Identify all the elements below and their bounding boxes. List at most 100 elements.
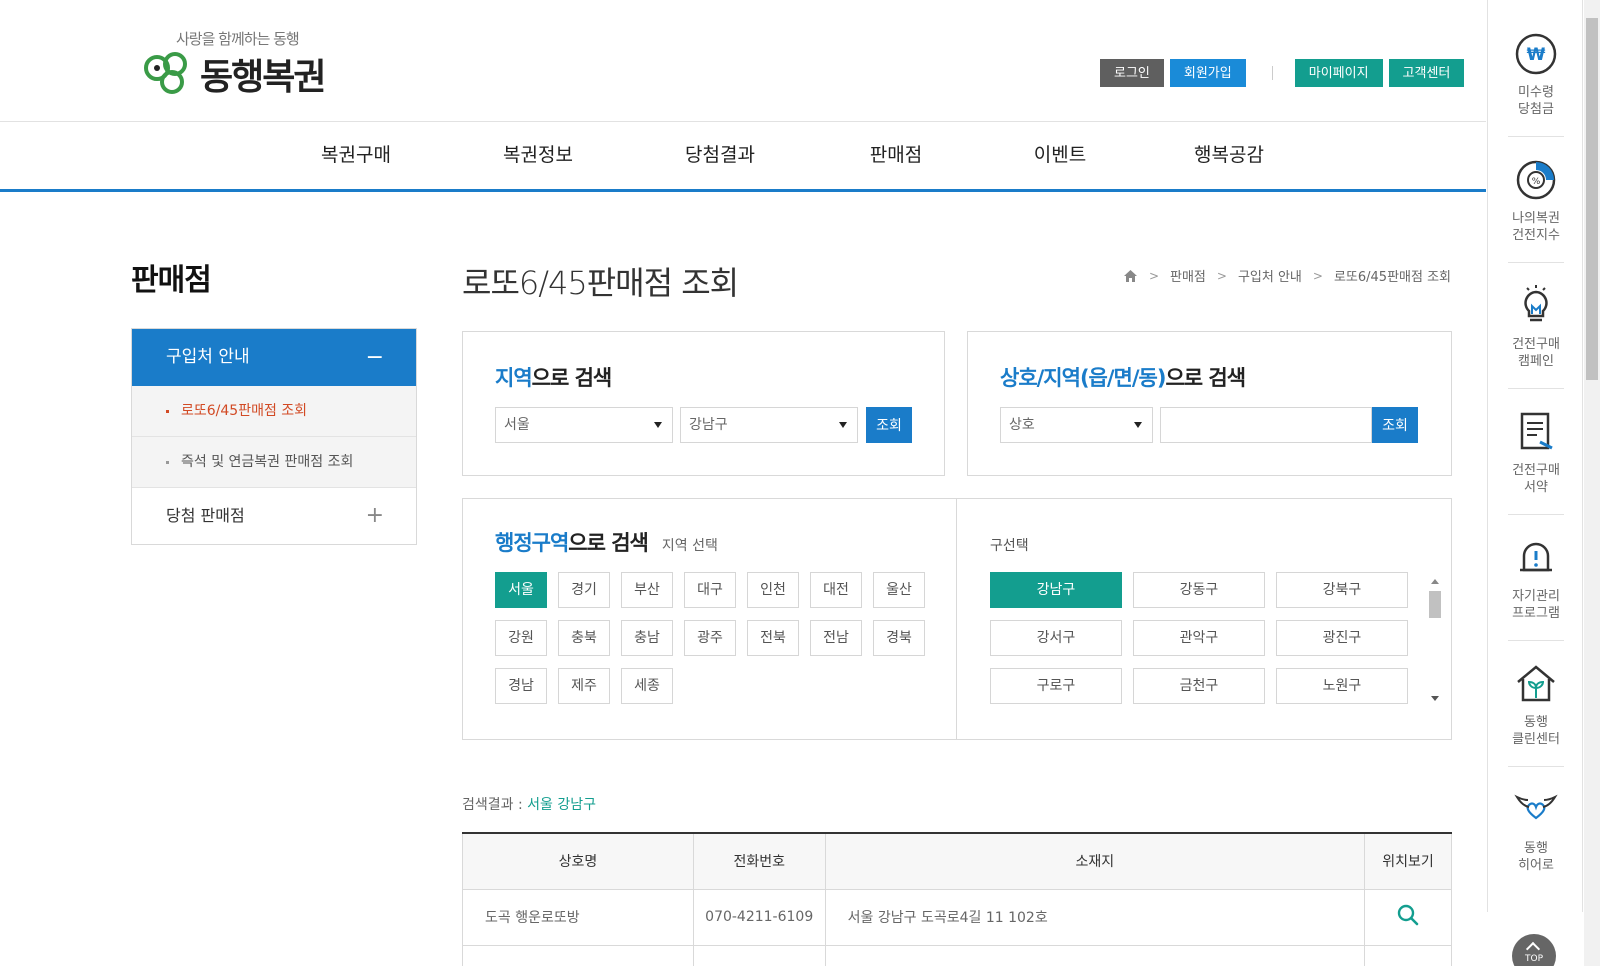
region-button[interactable]: 전남 [810, 620, 862, 656]
sidebar-menu: 구입처 안내 − 로또6/45판매점 조회 즉석 및 연금복권 판매점 조회 당… [131, 328, 417, 545]
name-search-button[interactable]: 조회 [1372, 407, 1418, 443]
gnb-item-stores[interactable]: 판매점 [836, 122, 956, 189]
quick-menu: ₩ 미수령 당첨금 % 나의복권 건전지수 건전구매 캠페인 건전구매 서약 자… [1487, 0, 1583, 912]
sido-select[interactable]: 서울 [495, 407, 673, 443]
scroll-down-icon[interactable] [1431, 696, 1439, 701]
customer-center-button[interactable]: 고객센터 [1388, 59, 1465, 87]
district-button[interactable]: 금천구 [1133, 668, 1265, 704]
quick-item-campaign[interactable]: 건전구매 캠페인 [1496, 284, 1576, 370]
store-name-cell: 도곡 행운로또방 [462, 888, 694, 946]
chevron-right-icon: > [1216, 268, 1227, 283]
gnb-item-buy[interactable]: 복권구매 [290, 122, 422, 189]
keyword-input[interactable] [1160, 407, 1372, 443]
district-title: 구선택 [990, 538, 1029, 554]
district-button[interactable]: 광진구 [1276, 620, 1408, 656]
logo-name: 동행복권 [200, 57, 326, 98]
district-button[interactable]: 관악구 [1133, 620, 1265, 656]
district-button[interactable]: 강북구 [1276, 572, 1408, 608]
collapse-icon[interactable]: − [366, 329, 384, 386]
mypage-button[interactable]: 마이페이지 [1294, 59, 1383, 87]
site-header: 사랑을 함께하는 동행 동행복권 로그인 회원가입 마이페이지 고객센터 [0, 0, 1486, 122]
region-button[interactable]: 경남 [495, 668, 547, 704]
breadcrumb-item[interactable]: 구입처 안내 [1238, 266, 1302, 285]
district-scrollbar[interactable] [1428, 577, 1442, 703]
home-icon[interactable] [1123, 269, 1138, 283]
region-button[interactable]: 경기 [558, 572, 610, 608]
quick-divider [1508, 262, 1564, 263]
breadcrumb-item[interactable]: 판매점 [1170, 266, 1206, 285]
gnb-item-events[interactable]: 이벤트 [1000, 122, 1120, 189]
region-button[interactable]: 광주 [684, 620, 736, 656]
gnb-item-happiness[interactable]: 행복공감 [1164, 122, 1294, 189]
region-button[interactable]: 부산 [621, 572, 673, 608]
region-button[interactable]: 대구 [684, 572, 736, 608]
region-search-button[interactable]: 조회 [866, 407, 912, 443]
store-name-cell [462, 944, 694, 966]
quick-divider [1508, 136, 1564, 137]
quick-divider [1508, 514, 1564, 515]
site-logo[interactable]: 사랑을 함께하는 동행 동행복권 [142, 26, 342, 98]
district-button[interactable]: 노원구 [1276, 668, 1408, 704]
district-button[interactable]: 구로구 [990, 668, 1122, 704]
sidebar-item-purchase-guide[interactable]: 구입처 안내 − [132, 329, 416, 386]
region-button[interactable]: 울산 [873, 572, 925, 608]
scroll-top-button[interactable]: TOP [1512, 934, 1556, 966]
region-search-box: 지역으로 검색 서울 강남구 조회 [462, 331, 945, 476]
quick-item-unclaimed-prize[interactable]: ₩ 미수령 당첨금 [1496, 32, 1576, 118]
search-result-value: 서울 강남구 [527, 797, 596, 813]
table-row: 도곡 행운로또방 070-4211-6109 서울 강남구 도곡로4길 11 1… [462, 888, 1452, 946]
admin-search-title: 행정구역으로 검색 지역 선택 [495, 531, 718, 555]
sidebar-subitem-lotto-stores[interactable]: 로또6/45판매점 조회 [132, 386, 416, 437]
store-phone-cell: 070-4211-6109 [692, 888, 826, 946]
region-button[interactable]: 경북 [873, 620, 925, 656]
district-button[interactable]: 강서구 [990, 620, 1122, 656]
region-button-grid: 서울 경기 부산 대구 인천 대전 울산강원 충북 충남 광주 전북 전남 경북경남 제주 세종 [495, 572, 925, 704]
region-search-title: 지역으로 검색 [495, 366, 612, 390]
chevron-right-icon: > [1312, 268, 1323, 283]
signup-button[interactable]: 회원가입 [1169, 59, 1246, 87]
quick-item-pledge[interactable]: 건전구매 서약 [1496, 410, 1576, 496]
region-button[interactable]: 강원 [495, 620, 547, 656]
sidebar-subitem-instant-stores[interactable]: 즉석 및 연금복권 판매점 조회 [132, 437, 416, 488]
region-button[interactable]: 전북 [747, 620, 799, 656]
region-button[interactable]: 충북 [558, 620, 610, 656]
column-header-name: 상호명 [462, 833, 694, 890]
search-result-label: 검색결과 : 서울 강남구 [462, 797, 596, 813]
bullet-icon [166, 460, 169, 464]
breadcrumb: > 판매점 > 구입처 안내 > 로또6/45판매점 조회 [1123, 266, 1451, 285]
column-header-address: 소재지 [824, 833, 1366, 890]
store-address-cell [824, 944, 1366, 966]
district-picker-panel: 구선택 강남구 강동구 강북구강서구 관악구 광진구구로구 금천구 노원구 [958, 499, 1451, 739]
region-button[interactable]: 제주 [558, 668, 610, 704]
quick-item-hero[interactable]: 동행 히어로 [1496, 788, 1576, 874]
region-button[interactable]: 세종 [621, 668, 673, 704]
gugun-select[interactable]: 강남구 [680, 407, 858, 443]
region-button[interactable]: 충남 [621, 620, 673, 656]
district-button[interactable]: 강동구 [1133, 572, 1265, 608]
search-type-select[interactable]: 상호 [1000, 407, 1153, 443]
utility-divider [1271, 66, 1273, 80]
logo-slogan: 사랑을 함께하는 동행 [176, 30, 300, 48]
quick-item-self-care[interactable]: 자기관리 프로그램 [1496, 536, 1576, 622]
sidebar-item-winning-stores[interactable]: 당첨 판매점 + [132, 488, 416, 544]
region-button[interactable]: 인천 [747, 572, 799, 608]
sidebar-item-label: 당첨 판매점 [166, 506, 245, 525]
gnb-item-results[interactable]: 당첨결과 [654, 122, 786, 189]
district-button-grid: 강남구 강동구 강북구강서구 관악구 광진구구로구 금천구 노원구 [990, 572, 1408, 704]
quick-item-health-index[interactable]: % 나의복권 건전지수 [1496, 158, 1576, 244]
region-button[interactable]: 대전 [810, 572, 862, 608]
breadcrumb-item-current[interactable]: 로또6/45판매점 조회 [1334, 266, 1451, 285]
sidebar-subitem-label: 로또6/45판매점 조회 [181, 403, 308, 419]
district-button[interactable]: 강남구 [990, 572, 1122, 608]
page-scroll-thumb[interactable] [1586, 18, 1598, 380]
scroll-up-icon[interactable] [1431, 579, 1439, 584]
store-phone-cell [692, 944, 826, 966]
region-button[interactable]: 서울 [495, 572, 547, 608]
login-button[interactable]: 로그인 [1100, 59, 1164, 87]
scroll-thumb[interactable] [1429, 591, 1441, 618]
search-icon[interactable] [1396, 903, 1420, 927]
gnb-item-info[interactable]: 복권정보 [472, 122, 604, 189]
quick-item-clean-center[interactable]: 동행 클린센터 [1496, 662, 1576, 748]
page-scrollbar[interactable] [1584, 0, 1600, 966]
expand-icon[interactable]: + [366, 488, 384, 544]
